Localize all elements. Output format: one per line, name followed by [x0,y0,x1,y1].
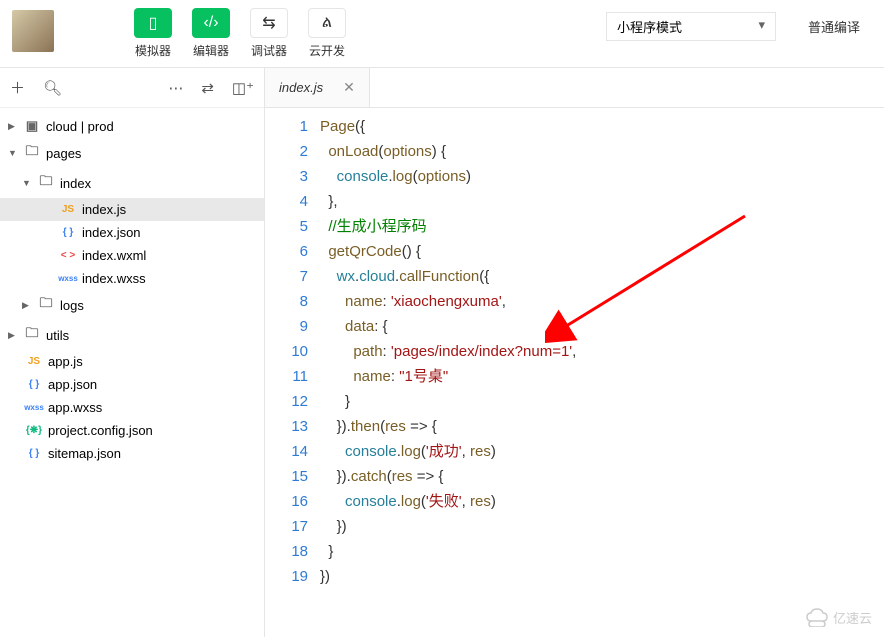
json-icon: { } [22,379,46,390]
sidebar-tools: ＋ 🔍︎ ⋯ ⇄ ◫⁺ [0,68,264,108]
code-content[interactable]: Page({ onLoad(options) { console.log(opt… [320,114,884,637]
tree-label: app.wxss [48,400,102,415]
cloud-dev-button[interactable]: ል 云开发 [308,8,346,59]
close-icon[interactable]: ✕ [343,79,355,96]
split-icon[interactable]: ◫⁺ [232,79,254,97]
file-tree: ▶▣cloud | prod ▼🗀pages ▼🗀index JSindex.j… [0,108,264,637]
folder-utils[interactable]: ▶🗀utils [0,320,264,350]
top-right: 小程序模式 普通编译 [606,8,872,41]
watermark-text: 亿速云 [833,608,872,627]
simulator-button[interactable]: ▯ 模拟器 [134,8,172,59]
tree-label: app.js [48,354,83,369]
folder-icon: 🗀 [34,294,58,316]
file-sitemap[interactable]: { }sitemap.json [0,442,264,465]
search-icon[interactable]: 🔍︎ [43,79,62,97]
cloud-dev-label: 云开发 [309,42,345,59]
file-index-js[interactable]: JSindex.js [0,198,264,221]
editor-button[interactable]: ‹/› 编辑器 [192,8,230,59]
editor-label: 编辑器 [193,42,229,59]
tree-label: app.json [48,377,97,392]
file-index-json[interactable]: { }index.json [0,221,264,244]
add-icon[interactable]: ＋ [10,77,25,98]
tree-label: cloud | prod [46,119,114,134]
tree-label: index.wxss [82,271,146,286]
folder-icon: 🗀 [34,172,58,194]
tree-label: utils [46,328,69,343]
cloud-folder-icon: ▣ [20,118,44,134]
folder-index[interactable]: ▼🗀index [0,168,264,198]
cloud-icon: ል [308,8,346,38]
editor-pane: index.js ✕ 12345678910111213141516171819… [265,68,884,637]
folder-cloud[interactable]: ▶▣cloud | prod [0,114,264,138]
folder-icon: 🗀 [20,324,44,346]
gutter: 12345678910111213141516171819 [265,114,320,637]
editor-icon: ‹/› [192,8,230,38]
tree-label: pages [46,146,81,161]
cloud-logo-icon [805,607,829,627]
file-index-wxss[interactable]: wxssindex.wxss [0,267,264,290]
config-icon: {❋} [22,425,46,436]
folder-pages[interactable]: ▼🗀pages [0,138,264,168]
js-icon: JS [22,356,46,367]
debugger-icon: ⇆ [250,8,288,38]
file-project-config[interactable]: {❋}project.config.json [0,419,264,442]
file-app-wxss[interactable]: wxssapp.wxss [0,396,264,419]
folder-icon: 🗀 [20,142,44,164]
tree-label: logs [60,298,84,313]
tree-label: index [60,176,91,191]
debugger-button[interactable]: ⇆ 调试器 [250,8,288,59]
code-area[interactable]: 12345678910111213141516171819 Page({ onL… [265,108,884,637]
wxss-icon: wxss [56,274,80,283]
tree-label: sitemap.json [48,446,121,461]
avatar[interactable] [12,10,54,52]
sidebar: ＋ 🔍︎ ⋯ ⇄ ◫⁺ ▶▣cloud | prod ▼🗀pages ▼🗀ind… [0,68,265,637]
tree-label: index.wxml [82,248,146,263]
tree-label: index.js [82,202,126,217]
debugger-label: 调试器 [251,42,287,59]
wxss-icon: wxss [22,403,46,412]
folder-logs[interactable]: ▶🗀logs [0,290,264,320]
json-icon: { } [22,448,46,459]
tab-label: index.js [279,80,323,95]
simulator-icon: ▯ [134,8,172,38]
collapse-icon[interactable]: ⇄ [201,79,214,97]
file-index-wxml[interactable]: < >index.wxml [0,244,264,267]
simulator-label: 模拟器 [135,42,171,59]
file-app-js[interactable]: JSapp.js [0,350,264,373]
more-icon[interactable]: ⋯ [168,79,183,97]
watermark: 亿速云 [805,607,872,627]
main: ＋ 🔍︎ ⋯ ⇄ ◫⁺ ▶▣cloud | prod ▼🗀pages ▼🗀ind… [0,68,884,637]
json-icon: { } [56,227,80,238]
mode-select[interactable]: 小程序模式 [606,12,776,41]
tab-index-js[interactable]: index.js ✕ [265,68,370,107]
tree-label: project.config.json [48,423,153,438]
wxml-icon: < > [56,250,80,261]
tab-bar: index.js ✕ [265,68,884,108]
tool-group: ▯ 模拟器 ‹/› 编辑器 ⇆ 调试器 ል 云开发 [134,8,346,59]
js-icon: JS [56,204,80,215]
tree-label: index.json [82,225,141,240]
file-app-json[interactable]: { }app.json [0,373,264,396]
top-toolbar: ▯ 模拟器 ‹/› 编辑器 ⇆ 调试器 ል 云开发 小程序模式 普通编译 [0,0,884,68]
compile-button[interactable]: 普通编译 [796,13,872,40]
